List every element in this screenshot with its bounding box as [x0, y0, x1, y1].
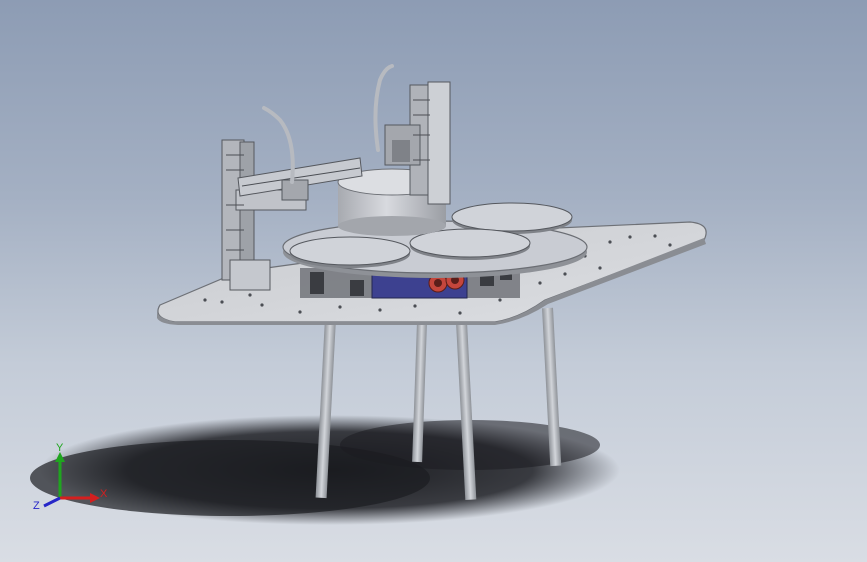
x-axis-arrowhead — [90, 493, 100, 503]
model-render[interactable] — [0, 0, 867, 562]
y-axis-label: Y — [56, 442, 64, 454]
graphics-viewport[interactable]: Y X Z — [0, 0, 867, 562]
z-axis-label: Z — [33, 500, 40, 512]
z-axis-arrow — [43, 496, 61, 508]
x-axis-label: X — [100, 488, 108, 500]
coordinate-triad: Y X Z — [33, 442, 108, 512]
